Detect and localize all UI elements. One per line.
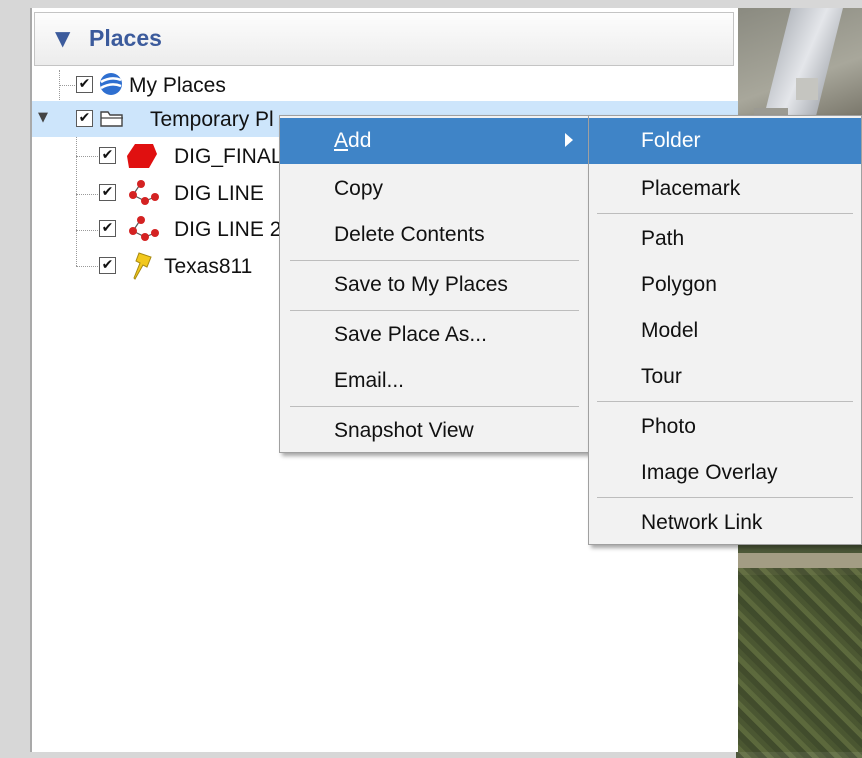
globe-icon bbox=[99, 72, 123, 100]
checkbox[interactable]: ✔ bbox=[99, 257, 116, 274]
add-submenu: Folder Placemark Path Polygon Model Tour… bbox=[588, 115, 862, 545]
context-menu: Add Copy Delete Contents Save to My Plac… bbox=[279, 115, 590, 453]
collapse-triangle-icon[interactable]: ▼ bbox=[55, 26, 70, 50]
tree-item-label: Texas811 bbox=[164, 255, 253, 278]
expand-triangle-icon[interactable]: ▼ bbox=[38, 110, 48, 125]
pushpin-icon bbox=[131, 251, 155, 285]
path-icon bbox=[129, 215, 159, 247]
map-vegetation bbox=[736, 568, 862, 758]
submenu-arrow-icon bbox=[565, 133, 573, 147]
map-building bbox=[796, 78, 818, 100]
menu-item-save-to-my-places[interactable]: Save to My Places bbox=[280, 262, 589, 308]
submenu-item-placemark[interactable]: Placemark bbox=[589, 166, 861, 212]
menu-separator bbox=[290, 310, 579, 311]
places-header[interactable]: ▼ Places bbox=[34, 12, 734, 66]
submenu-item-path[interactable]: Path bbox=[589, 216, 861, 262]
tree-item-label: DIG LINE 2 bbox=[174, 218, 282, 241]
submenu-item-folder[interactable]: Folder bbox=[589, 118, 861, 164]
menu-separator bbox=[290, 406, 579, 407]
menu-separator bbox=[597, 213, 853, 214]
places-title: Places bbox=[89, 25, 162, 51]
menu-separator bbox=[597, 497, 853, 498]
folder-icon bbox=[99, 107, 125, 133]
checkbox[interactable]: ✔ bbox=[99, 220, 116, 237]
checkbox[interactable]: ✔ bbox=[76, 110, 93, 127]
submenu-item-model[interactable]: Model bbox=[589, 308, 861, 354]
submenu-item-network-link[interactable]: Network Link bbox=[589, 500, 861, 546]
path-icon bbox=[129, 179, 159, 211]
tree-item-label: DIG_FINAL bbox=[174, 145, 283, 168]
tree-item-my-places[interactable]: ✔ My Places bbox=[32, 67, 738, 103]
submenu-item-photo[interactable]: Photo bbox=[589, 404, 861, 450]
submenu-item-image-overlay[interactable]: Image Overlay bbox=[589, 450, 861, 496]
checkbox[interactable]: ✔ bbox=[99, 184, 116, 201]
submenu-item-tour[interactable]: Tour bbox=[589, 354, 861, 400]
tree-item-label: DIG LINE bbox=[174, 182, 264, 205]
menu-item-snapshot-view[interactable]: Snapshot View bbox=[280, 408, 589, 454]
tree-item-label: Temporary Pl bbox=[150, 108, 274, 131]
tree-item-label: My Places bbox=[129, 74, 226, 97]
submenu-item-polygon[interactable]: Polygon bbox=[589, 262, 861, 308]
menu-item-add[interactable]: Add bbox=[280, 118, 589, 164]
menu-item-copy[interactable]: Copy bbox=[280, 166, 589, 212]
menu-item-email[interactable]: Email... bbox=[280, 358, 589, 404]
menu-separator bbox=[290, 260, 579, 261]
polygon-icon bbox=[127, 142, 157, 174]
menu-item-save-place-as[interactable]: Save Place As... bbox=[280, 312, 589, 358]
menu-separator bbox=[597, 401, 853, 402]
checkbox[interactable]: ✔ bbox=[99, 147, 116, 164]
menu-item-delete-contents[interactable]: Delete Contents bbox=[280, 212, 589, 258]
checkbox[interactable]: ✔ bbox=[76, 76, 93, 93]
